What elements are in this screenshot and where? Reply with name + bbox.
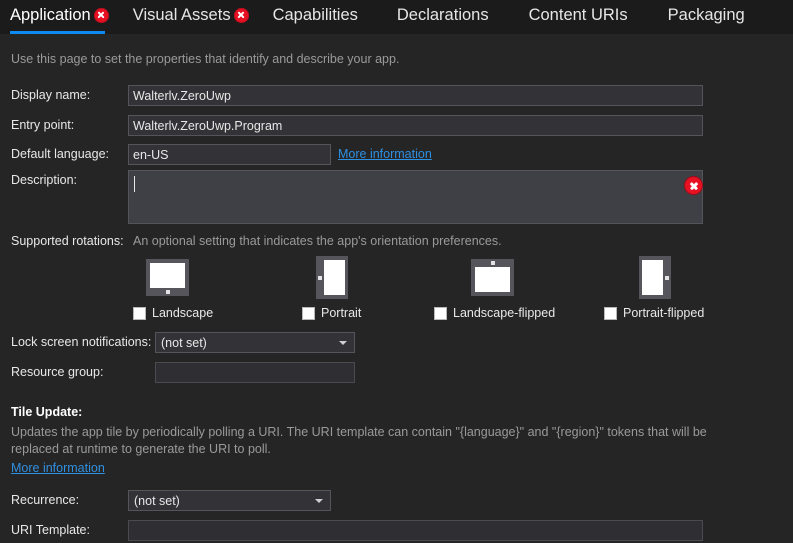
rotation-label-landscape-flipped: Landscape-flipped — [453, 306, 556, 320]
tab-application[interactable]: Application — [10, 0, 109, 34]
entry-point-input[interactable]: Walterlv.ZeroUwp.Program — [128, 115, 703, 136]
error-x-icon — [93, 7, 109, 23]
tab-packaging[interactable]: Packaging — [668, 0, 745, 30]
resource-group-label: Resource group: — [11, 365, 104, 379]
device-landscape-flipped-icon — [471, 259, 514, 296]
error-x-icon — [685, 177, 702, 194]
entry-point-label: Entry point: — [11, 118, 75, 132]
tab-bar: Application Visual Assets Capabilities D… — [0, 0, 793, 35]
supported-rotations-label: Supported rotations: — [11, 234, 124, 248]
rotation-label-portrait: Portrait — [321, 306, 362, 320]
tab-content-uris-label: Content URIs — [528, 6, 628, 24]
display-name-label: Display name: — [11, 88, 91, 102]
checkbox-icon[interactable] — [302, 306, 315, 320]
text-caret — [134, 176, 135, 192]
checkbox-icon[interactable] — [133, 306, 146, 320]
rotation-checkbox-landscape[interactable]: Landscape — [133, 306, 213, 320]
display-name-input[interactable]: Walterlv.ZeroUwp — [128, 85, 703, 106]
tile-update-more-information-link[interactable]: More information — [11, 461, 105, 475]
rotation-label-portrait-flipped: Portrait-flipped — [623, 306, 705, 320]
device-portrait-icon — [316, 256, 348, 299]
checkbox-icon[interactable] — [434, 306, 447, 320]
description-label: Description: — [11, 173, 77, 187]
recurrence-value: (not set) — [134, 493, 180, 508]
chevron-down-icon — [339, 340, 347, 345]
lock-screen-notifications-value: (not set) — [161, 335, 207, 350]
default-language-input[interactable]: en-US — [128, 144, 331, 165]
page-intro-text: Use this page to set the properties that… — [11, 52, 400, 66]
default-language-label: Default language: — [11, 147, 109, 161]
device-portrait-flipped-icon — [639, 256, 671, 299]
recurrence-dropdown[interactable]: (not set) — [128, 490, 331, 511]
tab-packaging-label: Packaging — [667, 6, 745, 24]
default-language-more-information-link[interactable]: More information — [338, 147, 432, 161]
lock-screen-notifications-dropdown[interactable]: (not set) — [155, 332, 355, 353]
checkbox-icon[interactable] — [604, 306, 617, 320]
tab-visual-assets-label: Visual Assets — [132, 6, 231, 24]
rotation-label-landscape: Landscape — [152, 306, 214, 320]
lock-screen-notifications-label: Lock screen notifications: — [11, 335, 152, 349]
tab-visual-assets[interactable]: Visual Assets — [133, 0, 249, 30]
description-textarea[interactable] — [128, 170, 703, 224]
uri-template-input[interactable] — [128, 520, 703, 541]
tab-declarations[interactable]: Declarations — [397, 0, 489, 30]
device-landscape-icon — [146, 259, 189, 296]
rotation-checkbox-landscape-flipped[interactable]: Landscape-flipped — [434, 306, 555, 320]
tile-update-title: Tile Update: — [11, 405, 83, 419]
tab-capabilities[interactable]: Capabilities — [273, 0, 358, 30]
tab-declarations-label: Declarations — [396, 6, 489, 24]
tile-update-description-line2: replaced at runtime to generate the URI … — [11, 442, 271, 456]
rotation-checkbox-portrait[interactable]: Portrait — [302, 306, 361, 320]
tab-capabilities-label: Capabilities — [272, 6, 358, 24]
tab-application-label: Application — [10, 6, 91, 24]
uri-template-label: URI Template: — [11, 523, 90, 537]
tile-update-description-line1: Updates the app tile by periodically pol… — [11, 425, 707, 439]
recurrence-label: Recurrence: — [11, 493, 80, 507]
application-manifest-page: Use this page to set the properties that… — [0, 34, 793, 543]
supported-rotations-hint: An optional setting that indicates the a… — [133, 234, 502, 248]
rotation-checkbox-portrait-flipped[interactable]: Portrait-flipped — [604, 306, 704, 320]
error-x-icon — [233, 7, 249, 23]
tab-content-uris[interactable]: Content URIs — [529, 0, 628, 30]
resource-group-input[interactable] — [155, 362, 355, 383]
chevron-down-icon — [315, 498, 323, 503]
